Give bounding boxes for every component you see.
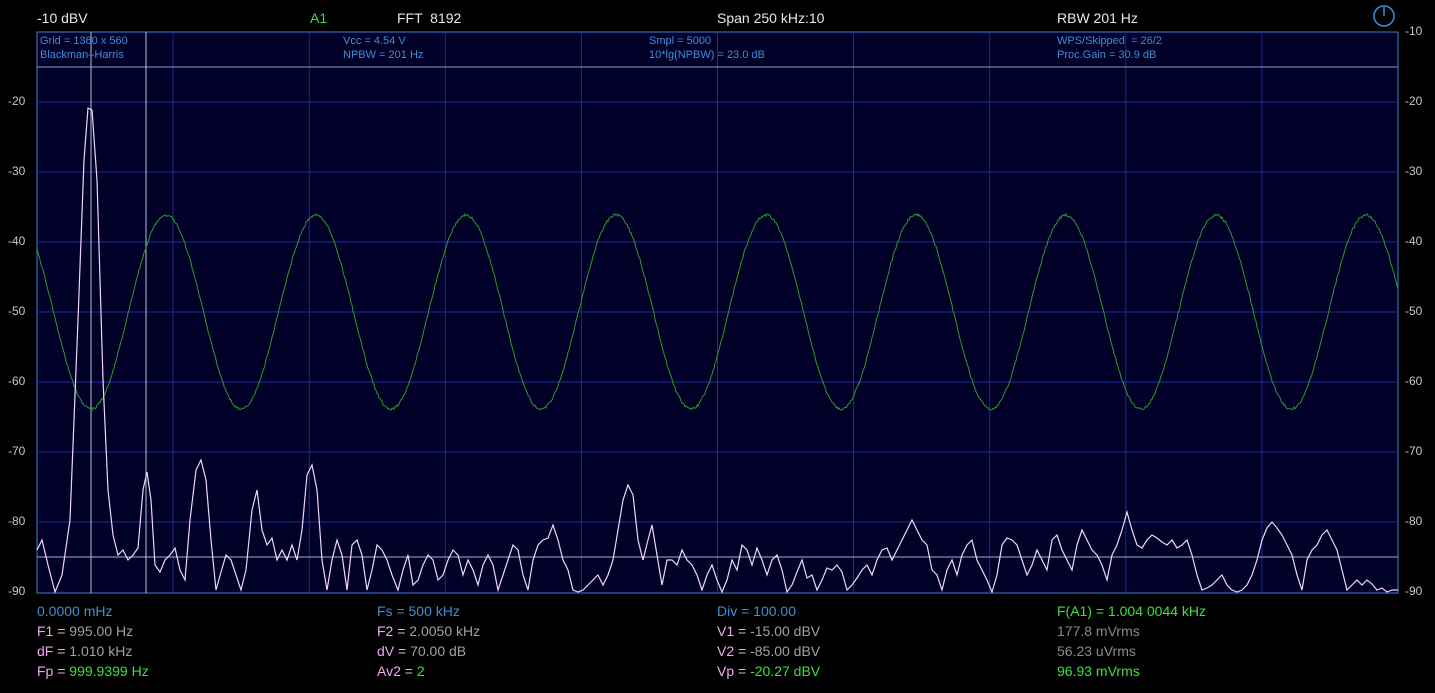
- channel-indicator[interactable]: A1: [310, 10, 327, 26]
- grid-info: Grid = 1360 x 560: [40, 35, 128, 47]
- fp-readout[interactable]: Fp = 999.9399 Hz: [37, 663, 149, 679]
- left-axis-tick-label: -40: [8, 234, 25, 248]
- right-axis-tick-label: -80: [1405, 514, 1422, 528]
- division[interactable]: Div = 100.00: [717, 603, 796, 619]
- left-axis-tick-label: -20: [8, 94, 25, 108]
- right-axis-tick-label: -60: [1405, 374, 1422, 388]
- vp-value: -20.27 dBV: [750, 663, 820, 679]
- spectrum-plot[interactable]: [0, 0, 1435, 693]
- proc-gain-info: Proc.Gain = 30.9 dB: [1057, 49, 1156, 61]
- f2-label: F2 =: [377, 623, 409, 639]
- left-axis-tick-label: -50: [8, 304, 25, 318]
- av2-value: 2: [417, 663, 425, 679]
- fp-value: 999.9399 Hz: [69, 663, 148, 679]
- start-frequency[interactable]: 0.0000 mHz: [37, 603, 112, 619]
- v1-rms: 177.8 mVrms: [1057, 623, 1140, 639]
- dv-label: dV =: [377, 643, 410, 659]
- v1-value: -15.00 dBV: [750, 623, 820, 639]
- right-axis-tick-label: -30: [1405, 164, 1422, 178]
- fp-label: Fp =: [37, 663, 69, 679]
- df-label: dF =: [37, 643, 69, 659]
- power-icon[interactable]: [1372, 4, 1396, 28]
- f1-readout[interactable]: F1 = 995.00 Hz: [37, 623, 133, 639]
- channel-frequency[interactable]: F(A1) = 1.004 0044 kHz: [1057, 603, 1206, 619]
- f1-label: F1 =: [37, 623, 69, 639]
- v1-readout[interactable]: V1 = -15.00 dBV: [717, 623, 820, 639]
- dv-value: 70.00 dB: [410, 643, 466, 659]
- df-readout[interactable]: dF = 1.010 kHz: [37, 643, 132, 659]
- av2-label: Av2 =: [377, 663, 417, 679]
- right-axis-tick-label: -10: [1405, 24, 1422, 38]
- left-axis-tick-label: -70: [8, 444, 25, 458]
- lg-npbw-info: 10*lg(NPBW) = 23.0 dB: [649, 49, 765, 61]
- vcc-info: Vcc = 4.54 V: [343, 35, 406, 47]
- npbw-info: NPBW = 201 Hz: [343, 49, 423, 61]
- left-axis-tick-label: -80: [8, 514, 25, 528]
- left-axis-tick-label: -30: [8, 164, 25, 178]
- ref-level[interactable]: -10 dBV: [37, 10, 88, 26]
- v2-readout[interactable]: V2 = -85.00 dBV: [717, 643, 820, 659]
- fft-size[interactable]: FFT 8192: [397, 10, 461, 26]
- av2-readout[interactable]: Av2 = 2: [377, 663, 425, 679]
- rbw[interactable]: RBW 201 Hz: [1057, 10, 1138, 26]
- v2-label: V2 =: [717, 643, 750, 659]
- right-axis-tick-label: -40: [1405, 234, 1422, 248]
- v2-value: -85.00 dBV: [750, 643, 820, 659]
- left-axis-tick-label: -90: [8, 584, 25, 598]
- window-info: Blackman–Harris: [40, 49, 124, 61]
- right-axis-tick-label: -90: [1405, 584, 1422, 598]
- f2-readout[interactable]: F2 = 2.0050 kHz: [377, 623, 480, 639]
- left-axis-tick-label: -60: [8, 374, 25, 388]
- sample-rate[interactable]: Fs = 500 kHz: [377, 603, 460, 619]
- span[interactable]: Span 250 kHz:10: [717, 10, 824, 26]
- smpl-info: Smpl = 5000: [649, 35, 711, 47]
- vp-label: Vp =: [717, 663, 750, 679]
- f1-value: 995.00 Hz: [69, 623, 133, 639]
- v1-label: V1 =: [717, 623, 750, 639]
- dv-readout[interactable]: dV = 70.00 dB: [377, 643, 466, 659]
- f2-value: 2.0050 kHz: [409, 623, 480, 639]
- vp-rms: 96.93 mVrms: [1057, 663, 1140, 679]
- vp-readout[interactable]: Vp = -20.27 dBV: [717, 663, 820, 679]
- v2-rms: 56.23 uVrms: [1057, 643, 1136, 659]
- df-value: 1.010 kHz: [69, 643, 132, 659]
- right-axis-tick-label: -70: [1405, 444, 1422, 458]
- right-axis-tick-label: -50: [1405, 304, 1422, 318]
- wps-info: WPS/Skipped = 26/2: [1057, 35, 1162, 47]
- right-axis-tick-label: -20: [1405, 94, 1422, 108]
